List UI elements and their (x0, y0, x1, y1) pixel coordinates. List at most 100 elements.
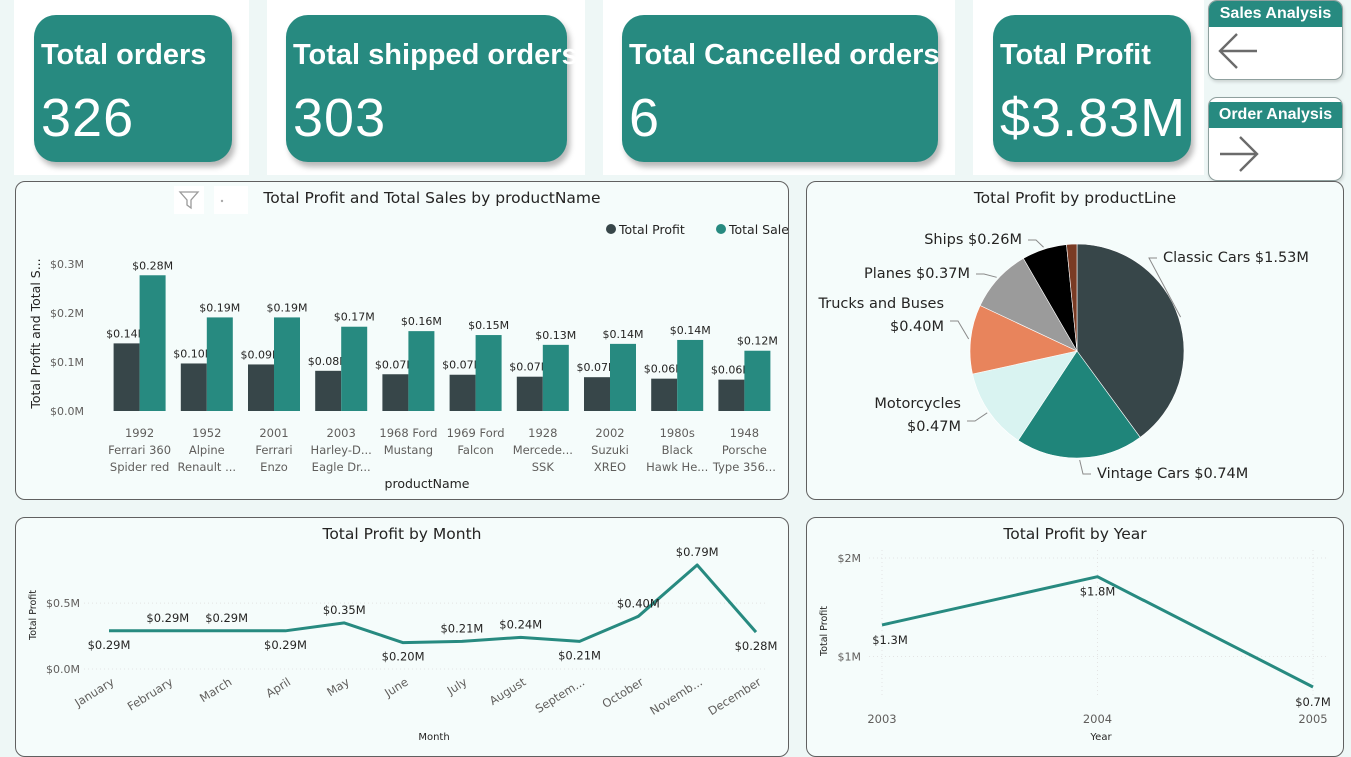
kpi-total-profit: Total Profit $3.83M (993, 15, 1191, 162)
x-tick-label: May (324, 675, 352, 700)
x-tick-label: Type 356... (712, 460, 776, 474)
data-label: $0.16M (401, 315, 442, 328)
bar (315, 370, 342, 411)
x-tick-label: Ferrari (255, 443, 292, 457)
data-label: $0.21M (440, 621, 483, 635)
month-line-chart: $0.0M $0.5M Total Profit Month $0.29M January… (28, 545, 777, 743)
y-tick-label: $0.0M (46, 663, 80, 676)
year-line-chart: $1M $2M Total Profit Year $1.3M 2003 $1.8M 2004… (819, 550, 1331, 743)
x-tick-label: Mercede... (513, 443, 573, 457)
sales-analysis-button[interactable]: Sales Analysis (1208, 0, 1343, 80)
x-tick-label: June (381, 675, 411, 701)
bar (718, 379, 745, 411)
x-tick-label: October (599, 675, 646, 711)
x-tick-label: Falcon (457, 443, 493, 457)
x-tick-label: 2003 (867, 712, 896, 726)
x-tick-label: 1992 (125, 426, 154, 440)
slice-label: $0.40M (890, 319, 944, 335)
bar (113, 343, 140, 411)
x-tick-label: 1948 (730, 426, 759, 440)
data-label: $1.3M (872, 633, 908, 647)
kpi-total-orders: Total orders 326 (34, 15, 232, 162)
x-tick-label: 2001 (259, 426, 288, 440)
x-tick-label: Septem... (533, 675, 587, 716)
data-label: $0.20M (382, 650, 425, 664)
data-label: $0.24M (499, 617, 542, 631)
slice-label: Ships $0.26M (924, 232, 1022, 248)
leader-line (1079, 459, 1091, 475)
data-label: $0.29M (205, 611, 248, 625)
bar (744, 350, 771, 411)
y-tick-label: $0.3M (50, 258, 84, 271)
x-tick-label: January (71, 675, 116, 711)
data-label: $0.79M (676, 545, 719, 559)
x-tick-label: August (487, 674, 529, 707)
data-label: $0.29M (146, 611, 189, 625)
slice-label: Classic Cars $1.53M (1163, 250, 1309, 266)
legend-marker (606, 224, 616, 234)
x-tick-label: Renault ... (178, 460, 237, 474)
x-tick-label: Enzo (260, 460, 288, 474)
kpi-value: 6 (629, 88, 661, 148)
x-tick-label: 2004 (1083, 712, 1112, 726)
y-axis-label: Total Profit (819, 606, 830, 657)
data-label: $0.19M (199, 301, 240, 314)
data-label: $0.17M (334, 311, 375, 324)
slice-label: Trucks and Buses (818, 296, 944, 312)
x-tick-label: February (125, 675, 176, 714)
x-tick-label: Black (662, 443, 693, 457)
data-label: $0.28M (132, 259, 173, 272)
data-label: $0.12M (737, 335, 778, 348)
sales-analysis-label: Sales Analysis (1209, 1, 1342, 27)
kpi-label: Total Cancelled orders (629, 39, 940, 71)
leader-line (1028, 239, 1044, 248)
legend-marker (716, 224, 726, 234)
x-axis-label: Month (418, 732, 449, 743)
bar (206, 317, 233, 411)
x-tick-label: 1980s (660, 426, 695, 440)
leader-line (950, 320, 970, 340)
profit-sales-by-product-card: Total Profit and Total Sales by productN… (15, 181, 789, 500)
y-tick-label: $0.2M (50, 307, 84, 320)
data-label: $1.8M (1080, 585, 1116, 599)
x-tick-label: 2003 (327, 426, 356, 440)
bar (180, 363, 207, 411)
kpi-label: Total Profit (1000, 39, 1151, 71)
bar (449, 374, 476, 411)
bar (677, 339, 704, 411)
x-tick-label: Spider red (110, 460, 169, 474)
y-tick-label: $0.5M (46, 597, 80, 610)
slice-label: Motorcycles (874, 396, 961, 412)
bar (274, 317, 300, 411)
x-tick-label: 2005 (1298, 712, 1327, 726)
x-tick-label: Ferrari 360 (108, 443, 171, 457)
y-axis-label: Total Profit and Total S... (28, 258, 43, 409)
x-axis-label: Year (1089, 732, 1112, 743)
bar (610, 343, 636, 411)
x-tick-label: Mustang (384, 443, 433, 457)
kpi-label: Total shipped orders (293, 39, 578, 71)
kpi-total-shipped-orders: Total shipped orders 303 (286, 15, 578, 162)
data-label: $0.14M (670, 324, 711, 337)
bar (408, 331, 435, 411)
profit-by-year-card: Total Profit by Year $1M $2M Total Profit Y… (806, 517, 1344, 757)
bar (341, 326, 368, 411)
bar (248, 364, 274, 411)
x-tick-label: 2002 (595, 426, 624, 440)
kpi-total-cancelled-orders: Total Cancelled orders 6 (622, 15, 940, 162)
slice-label: Vintage Cars $0.74M (1097, 466, 1248, 482)
kpi-value: 326 (41, 88, 135, 148)
data-label: $0.15M (468, 319, 509, 332)
bar (139, 275, 166, 411)
x-tick-label: December (706, 675, 764, 719)
x-tick-label: Suzuki (591, 443, 629, 457)
order-analysis-button[interactable]: Order Analysis (1208, 97, 1343, 181)
x-tick-label: Harley-D... (311, 443, 372, 457)
leader-line (976, 273, 997, 278)
data-label: $0.29M (88, 638, 131, 652)
x-tick-label: 1969 Ford (447, 426, 505, 440)
x-tick-label: Porsche (722, 443, 767, 457)
x-tick-label: 1952 (192, 426, 221, 440)
slice-label: $0.47M (907, 419, 961, 435)
data-label: $0.14M (603, 328, 644, 341)
